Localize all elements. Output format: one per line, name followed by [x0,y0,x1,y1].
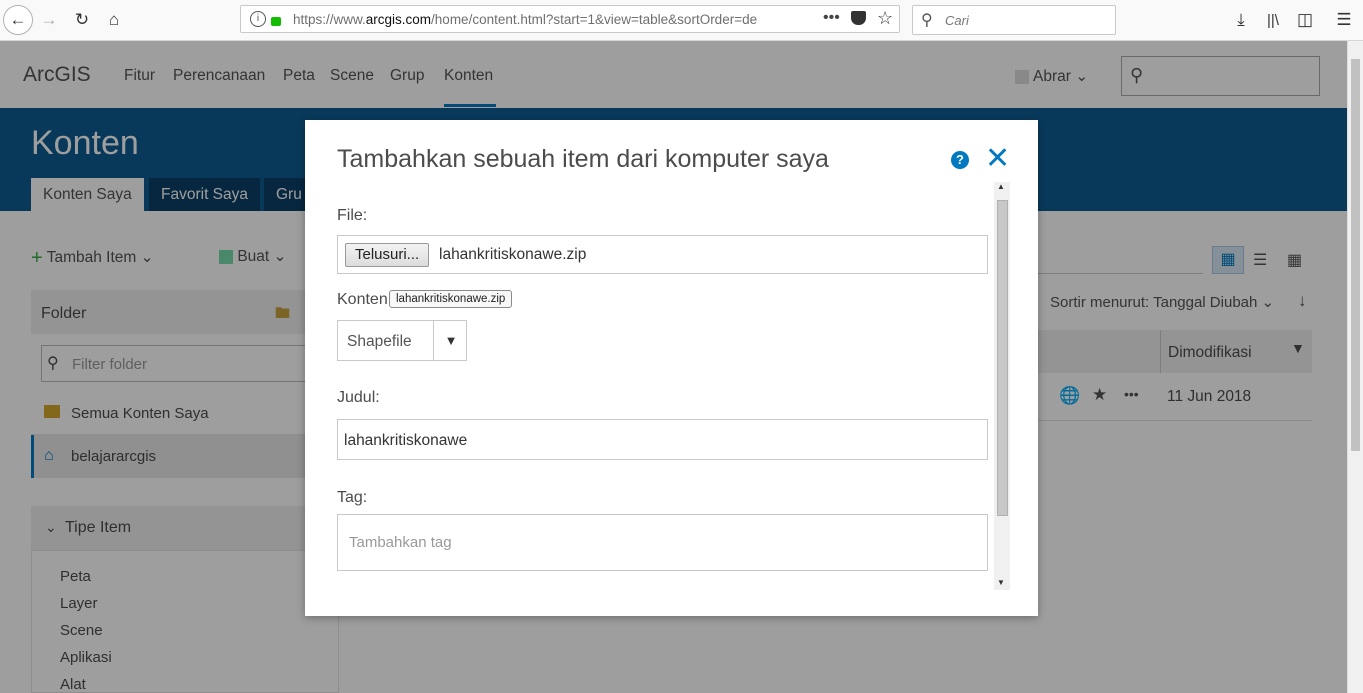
forward-arrow-icon[interactable]: → [35,6,63,34]
sidebar-icon[interactable]: ◫ [1291,6,1319,34]
file-label: File: [337,207,368,224]
reload-icon[interactable]: ↻ [68,6,96,34]
add-item-dialog: Tambahkan sebuah item dari komputer saya… [305,120,1038,616]
search-icon: ⚲ [921,12,933,29]
file-field: Telusuri... lahankritiskonawe.zip [337,235,988,274]
browser-search-input[interactable]: ⚲ Cari [912,5,1116,35]
content-type-value: Shapefile [347,333,412,350]
file-name: lahankritiskonawe.zip [439,246,587,263]
dialog-scrollbar-thumb[interactable] [997,200,1008,516]
scroll-down-icon[interactable]: ▼ [997,578,1005,587]
star-bookmark-icon[interactable]: ☆ [877,8,893,29]
download-icon[interactable]: ⤓ [1227,6,1255,34]
title-value: lahankritiskonawe [344,432,468,449]
menu-hamburger-icon[interactable]: ☰ [1330,6,1358,34]
url-bar[interactable]: i https://www.arcgis.com/home/content.ht… [240,5,900,33]
dropdown-arrow-icon[interactable]: ▼ [433,321,468,360]
tag-placeholder: Tambahkan tag [349,534,452,551]
page-scrollbar[interactable] [1347,41,1363,693]
content-label: Konten [337,291,388,308]
content-type-select[interactable]: Shapefile ▼ [337,320,467,361]
scrollbar-thumb[interactable] [1351,59,1360,451]
close-icon[interactable]: ✕ [985,144,1010,174]
home-icon[interactable]: ⌂ [100,6,128,34]
back-arrow-icon[interactable]: ← [3,5,33,35]
help-icon[interactable]: ? [951,151,969,169]
dialog-title: Tambahkan sebuah item dari komputer saya [337,145,829,173]
scroll-up-icon[interactable]: ▲ [997,182,1005,191]
library-icon[interactable]: ||\ [1259,6,1287,34]
more-dots-icon[interactable]: ••• [823,9,840,27]
lock-icon [271,17,281,26]
info-icon[interactable]: i [250,11,266,27]
tag-input[interactable]: Tambahkan tag [337,514,988,571]
search-placeholder: Cari [945,13,969,28]
file-tooltip: lahankritiskonawe.zip [389,290,513,308]
pocket-icon[interactable] [851,11,866,25]
browse-button[interactable]: Telusuri... [345,243,430,267]
url-text: https://www.arcgis.com/home/content.html… [293,12,758,27]
title-label: Judul: [337,389,380,406]
title-input[interactable]: lahankritiskonawe [337,419,988,460]
browser-toolbar: ← → ↻ ⌂ i https://www.arcgis.com/home/co… [0,0,1363,41]
tag-label: Tag: [337,489,368,506]
